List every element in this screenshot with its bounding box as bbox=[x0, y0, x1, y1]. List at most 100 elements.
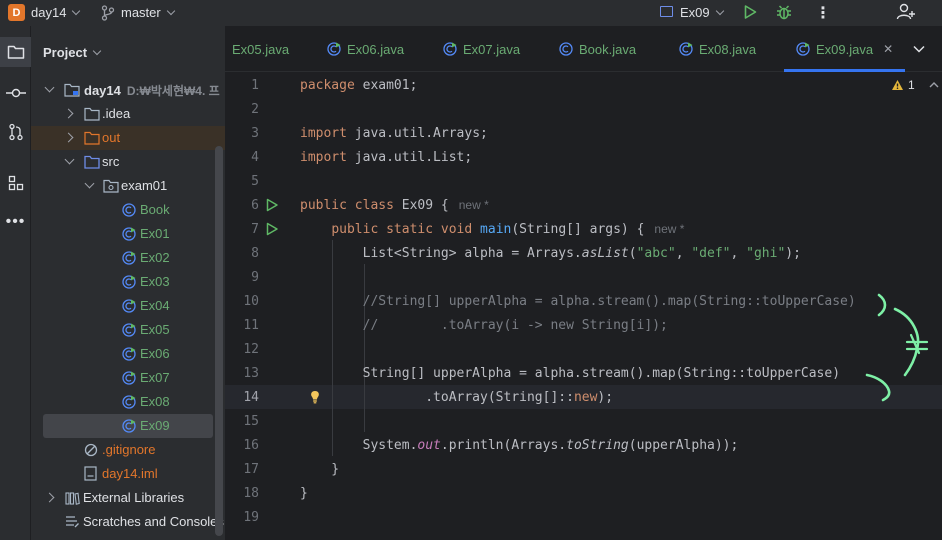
line-number: 17 bbox=[243, 462, 259, 477]
chevron-down-icon bbox=[92, 46, 102, 56]
runnable-class-icon bbox=[122, 275, 136, 289]
tree-item-src[interactable]: src bbox=[31, 150, 225, 174]
tab-ex07[interactable]: Ex07.java bbox=[443, 26, 520, 72]
project-tool-button[interactable] bbox=[0, 37, 31, 67]
chevron-down-icon[interactable] bbox=[44, 82, 55, 93]
tree-item-external-libraries[interactable]: External Libraries bbox=[31, 486, 225, 510]
tree-item-label: Ex01 bbox=[140, 226, 170, 241]
line-number: 13 bbox=[243, 366, 259, 381]
close-icon[interactable]: ✕ bbox=[883, 42, 893, 56]
code-editor[interactable]: 1 1 2 3 4 5 6 7 8 9 10 11 12 13 14 15 16… bbox=[225, 72, 942, 540]
project-switcher[interactable]: day14 bbox=[31, 5, 81, 20]
application-config-icon bbox=[660, 6, 673, 17]
more-tools-button[interactable]: ••• bbox=[0, 207, 31, 237]
code-line: public static void main(String[] args) {… bbox=[331, 222, 685, 237]
tree-item-day14-iml[interactable]: day14.iml bbox=[31, 462, 225, 486]
tree-item-ex09[interactable]: Ex09 bbox=[43, 414, 213, 438]
run-icon[interactable] bbox=[742, 4, 758, 20]
tree-item-label: day14.iml bbox=[102, 466, 158, 481]
chevron-down-icon bbox=[72, 6, 81, 16]
line-number: 10 bbox=[243, 294, 259, 309]
chevron-up-icon[interactable] bbox=[929, 81, 939, 89]
panel-scrollbar[interactable] bbox=[215, 146, 223, 536]
tab-ex08[interactable]: Ex08.java bbox=[679, 26, 756, 72]
tree-item-gitignore[interactable]: .gitignore bbox=[31, 438, 225, 462]
inlay-hint: new * bbox=[654, 222, 685, 236]
tree-item-label: out bbox=[102, 130, 121, 145]
tree-item-day14[interactable]: day14 D:₩박세현₩4. 프 bbox=[31, 78, 225, 102]
tree-item-idea[interactable]: .idea bbox=[31, 102, 225, 126]
tree-item-out[interactable]: out bbox=[31, 126, 225, 150]
add-user-icon[interactable] bbox=[896, 2, 916, 22]
tab-ex06[interactable]: Ex06.java bbox=[327, 26, 404, 72]
line-number: 2 bbox=[251, 102, 259, 117]
tree-item-ex04[interactable]: Ex04 bbox=[31, 294, 225, 318]
tab-label: Ex05.java bbox=[232, 41, 290, 57]
code-line: } bbox=[300, 462, 340, 477]
warning-count: 1 bbox=[908, 78, 915, 92]
tree-item-label: Ex09 bbox=[140, 418, 170, 433]
tree-item-ex02[interactable]: Ex02 bbox=[31, 246, 225, 270]
commit-tool-button[interactable] bbox=[0, 78, 31, 108]
chevron-right-icon[interactable] bbox=[63, 108, 74, 119]
tree-item-label: Ex07 bbox=[140, 370, 170, 385]
line-number: 7 bbox=[251, 222, 259, 237]
runnable-class-icon bbox=[122, 371, 136, 385]
runnable-class-icon bbox=[122, 227, 136, 241]
tree-item-ex01[interactable]: Ex01 bbox=[31, 222, 225, 246]
indent-guide bbox=[332, 240, 333, 456]
chevron-down-icon[interactable] bbox=[84, 178, 95, 189]
scratches-icon bbox=[66, 516, 79, 528]
code-line: package exam01; bbox=[300, 78, 418, 93]
tab-label: Book.java bbox=[579, 41, 637, 57]
structure-tool-button[interactable] bbox=[0, 168, 31, 198]
pull-requests-tool-button[interactable] bbox=[0, 117, 31, 147]
debug-icon[interactable] bbox=[775, 3, 793, 21]
tree-item-label: Ex04 bbox=[140, 298, 170, 313]
more-actions-icon[interactable]: ⋮ bbox=[815, 3, 831, 23]
tree-item-book[interactable]: Book bbox=[31, 198, 225, 222]
tree-item-label: External Libraries bbox=[83, 490, 185, 505]
tab-ex09[interactable]: Ex09.java ✕ bbox=[784, 26, 906, 72]
tree-item-label: Ex02 bbox=[140, 250, 170, 265]
class-icon bbox=[122, 203, 136, 217]
tree-item-ex06[interactable]: Ex06 bbox=[31, 342, 225, 366]
code-line: import java.util.Arrays; bbox=[300, 126, 488, 141]
project-badge[interactable]: D bbox=[8, 4, 25, 21]
chevron-right-icon[interactable] bbox=[44, 492, 55, 503]
inspection-widget[interactable]: 1 bbox=[891, 78, 939, 92]
tree-item-ex07[interactable]: Ex07 bbox=[31, 366, 225, 390]
handwritten-annotation bbox=[865, 293, 929, 402]
package-icon bbox=[103, 179, 119, 193]
tree-item-ex05[interactable]: Ex05 bbox=[31, 318, 225, 342]
run-config-selector[interactable]: Ex09 bbox=[680, 5, 724, 20]
tree-item-label: src bbox=[102, 154, 120, 169]
chevron-down-icon bbox=[166, 6, 175, 16]
warning-icon bbox=[892, 80, 903, 90]
tool-window-strip: ••• bbox=[0, 26, 31, 540]
code-line: public class Ex09 {new * bbox=[300, 198, 489, 213]
branch-switcher[interactable]: master bbox=[121, 5, 175, 20]
chevron-down-icon[interactable] bbox=[64, 154, 75, 165]
chevron-down-icon[interactable] bbox=[913, 44, 925, 54]
tree-item-exam01[interactable]: exam01 bbox=[31, 174, 225, 198]
tab-book[interactable]: Book.java bbox=[559, 26, 636, 72]
libraries-icon bbox=[65, 492, 80, 505]
tree-item-scratches[interactable]: Scratches and Consoles bbox=[31, 510, 225, 534]
panel-title[interactable]: Project bbox=[43, 45, 102, 60]
line-number: 1 bbox=[251, 78, 259, 93]
folder-icon bbox=[84, 107, 100, 121]
runnable-class-icon bbox=[122, 347, 136, 361]
class-icon bbox=[559, 42, 573, 56]
tab-label: Ex06.java bbox=[347, 41, 405, 57]
tree-item-ex08[interactable]: Ex08 bbox=[31, 390, 225, 414]
tree-item-ex03[interactable]: Ex03 bbox=[31, 270, 225, 294]
tree-item-label: Ex06 bbox=[140, 346, 170, 361]
project-path: D:₩박세현₩4. 프 bbox=[126, 84, 220, 98]
run-gutter-icon[interactable] bbox=[265, 222, 279, 236]
tab-ex05[interactable]: Ex05.java bbox=[232, 26, 289, 72]
chevron-right-icon[interactable] bbox=[63, 132, 74, 143]
editor-tab-bar: Ex05.java Ex06.java Ex07.java Book.java … bbox=[225, 26, 942, 72]
run-gutter-icon[interactable] bbox=[265, 198, 279, 212]
pull-request-icon bbox=[8, 123, 23, 141]
